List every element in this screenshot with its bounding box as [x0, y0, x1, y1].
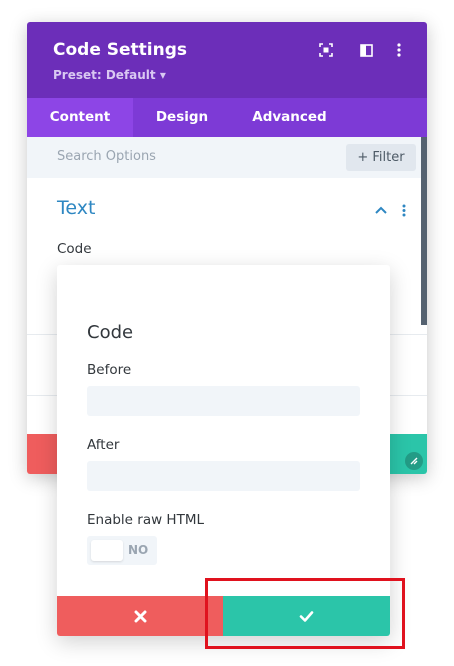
highlight-annotation	[205, 578, 405, 649]
code-field-label: Code	[57, 241, 92, 257]
search-input[interactable]: Search Options	[57, 149, 156, 164]
scrollbar[interactable]	[421, 137, 427, 325]
toggle-knob	[91, 540, 123, 561]
before-label: Before	[87, 362, 132, 378]
after-label: After	[87, 437, 120, 453]
raw-html-toggle[interactable]: NO	[87, 536, 157, 565]
filter-button[interactable]: + Filter	[346, 144, 416, 171]
preset-selector[interactable]: Preset: Default ▾	[53, 68, 166, 82]
panel-title: Code Settings	[53, 40, 188, 60]
search-bar: Search Options + Filter	[27, 137, 421, 178]
after-input[interactable]	[87, 461, 360, 491]
cancel-button[interactable]	[57, 596, 223, 636]
panel-header: Code Settings Preset: Default ▾	[27, 22, 427, 98]
split-view-icon[interactable]	[356, 40, 376, 60]
toggle-state: NO	[128, 543, 149, 557]
fullscreen-icon[interactable]	[316, 40, 336, 60]
before-input[interactable]	[87, 386, 360, 416]
section-title[interactable]: Text	[57, 197, 95, 219]
enable-raw-html-label: Enable raw HTML	[87, 512, 204, 528]
close-icon	[134, 610, 146, 622]
tab-advanced[interactable]: Advanced	[242, 98, 337, 137]
more-vertical-icon[interactable]	[389, 40, 409, 60]
tab-bar: Content Design Advanced	[27, 98, 427, 137]
section-more-icon[interactable]	[396, 202, 412, 218]
tab-design[interactable]: Design	[137, 98, 227, 137]
popup-title: Code	[87, 322, 134, 343]
stage: Code Settings Preset: Default ▾ Content …	[0, 0, 454, 666]
chevron-up-icon[interactable]	[373, 202, 389, 218]
resize-handle-icon[interactable]	[405, 452, 423, 470]
tab-content[interactable]: Content	[27, 98, 133, 137]
